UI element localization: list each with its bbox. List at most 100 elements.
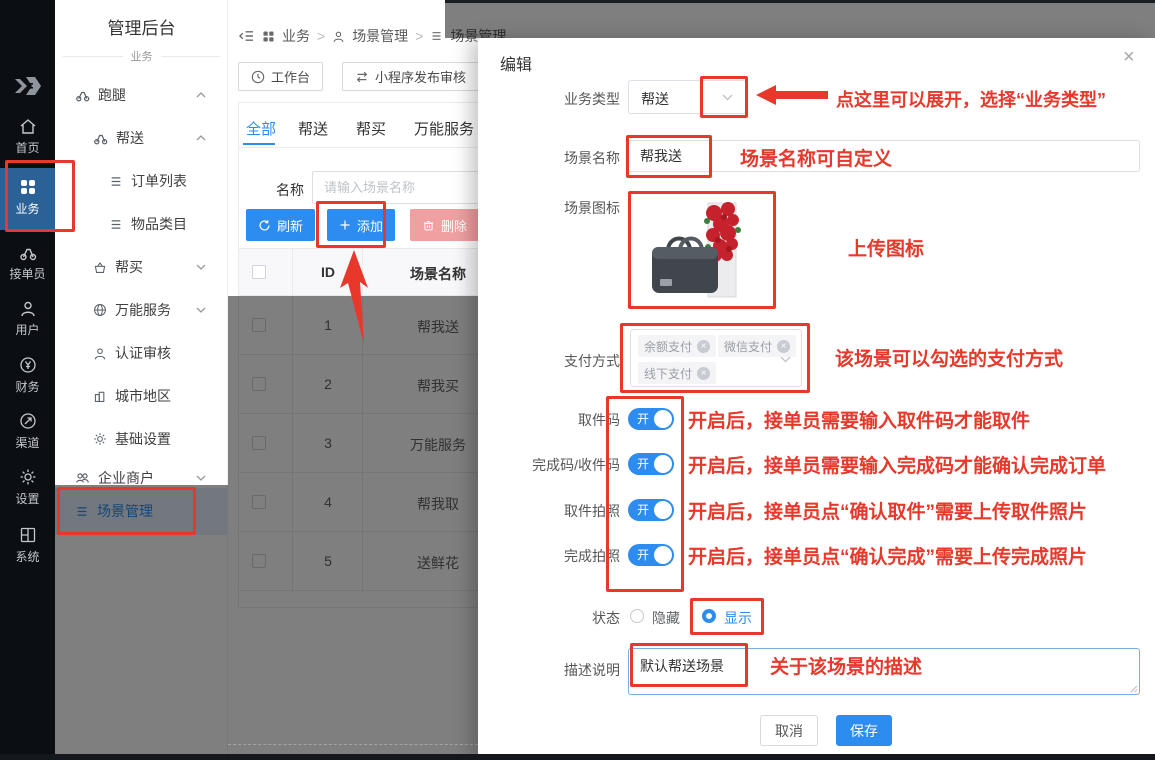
select-all-checkbox[interactable] (252, 265, 266, 279)
scooter-icon (19, 244, 37, 261)
building-icon (93, 390, 107, 403)
rail-item-finance[interactable]: 财务 (0, 356, 55, 395)
annotation-box-biz-type-chevron (700, 76, 748, 118)
finance-icon (19, 356, 37, 374)
clock-icon (251, 70, 265, 84)
annotation-arrow-add (336, 250, 372, 346)
system-icon (19, 526, 37, 544)
user-icon (19, 300, 37, 317)
sidebar-item-paotui[interactable]: 跑腿 (55, 75, 228, 115)
name-filter-label: 名称 (276, 180, 304, 200)
sidebar-item-bangmai[interactable]: 帮买 (55, 247, 228, 287)
tab-bangsong[interactable]: 帮送 (298, 118, 328, 139)
people-icon (75, 471, 90, 485)
refresh-button[interactable]: 刷新 (246, 209, 315, 241)
tab-bangmai[interactable]: 帮买 (356, 118, 386, 139)
window-bottom-edge (0, 754, 1155, 760)
rail-item-label: 财务 (0, 378, 55, 395)
sidebar-item-order-list[interactable]: 订单列表 (55, 161, 228, 201)
biz-type-label: 业务类型 (500, 89, 620, 109)
breadcrumb-separator: > (415, 28, 423, 44)
tab-universal-service[interactable]: 万能服务 (414, 118, 474, 139)
delete-button[interactable]: 删除 (410, 209, 479, 241)
sidebar-item-basic-settings[interactable]: 基础设置 (55, 419, 228, 459)
rail-item-channels[interactable]: 渠道 (0, 412, 55, 451)
sidebar-item-item-categories[interactable]: 物品类目 (55, 204, 228, 244)
annotation-box-scene-icon (628, 191, 776, 309)
mask-top-strip (445, 0, 1155, 38)
scene-icon-label: 场景图标 (500, 198, 620, 218)
sidebar-item-bangsong[interactable]: 帮送 (55, 118, 228, 158)
sidebar-item-auth-review[interactable]: 认证审核 (55, 333, 228, 373)
annotation-box-description (630, 643, 748, 687)
resize-handle-icon[interactable] (1130, 685, 1138, 693)
annotation-arrow-biz-type (756, 84, 828, 106)
sidebar-title: 管理后台 (55, 14, 228, 39)
rail-item-label: 系统 (0, 548, 55, 565)
trash-icon (422, 219, 435, 232)
scooter-icon (75, 88, 90, 102)
gear-icon (19, 468, 37, 486)
person-check-icon (93, 347, 107, 360)
basket-icon (93, 261, 107, 274)
sidebar-item-universal-service[interactable]: 万能服务 (55, 290, 228, 330)
annotation-box-business-rail (5, 160, 75, 232)
gear-icon (93, 432, 107, 446)
annotation-box-payment (620, 323, 810, 393)
pickup-photo-label: 取件拍照 (500, 501, 620, 521)
breadcrumb-item-scene-mgmt[interactable]: 场景管理 (352, 26, 408, 46)
mask-content-bottom (228, 296, 478, 760)
rail-item-home[interactable]: 首页 (0, 118, 55, 156)
radio-hidden[interactable] (630, 609, 644, 623)
annotation-text-pickup-code: 开启后，接单员需要输入取件码才能取件 (688, 406, 1030, 433)
globe-icon (93, 303, 107, 317)
app-window: 首页 订单 业务 接单员 用户 财务 渠道 设置 (0, 0, 1155, 760)
list-icon (430, 30, 443, 42)
breadcrumb-item-business[interactable]: 业务 (282, 26, 310, 46)
annotation-text-description: 关于该场景的描述 (770, 652, 922, 679)
sidebar-section-divider: 业务 (55, 48, 228, 64)
rail-item-system[interactable]: 系统 (0, 526, 55, 565)
sidebar-item-city-region[interactable]: 城市地区 (55, 376, 228, 416)
annotation-text-upload-icon: 上传图标 (848, 234, 924, 261)
rail-item-label: 渠道 (0, 434, 55, 451)
cancel-button[interactable]: 取消 (760, 715, 818, 746)
breadcrumb-separator: > (317, 28, 325, 44)
rail-item-settings[interactable]: 设置 (0, 468, 55, 507)
save-button[interactable]: 保存 (836, 715, 892, 746)
tab-miniapp-audit[interactable]: 小程序发布审核 (342, 62, 479, 91)
annotation-text-complete-code: 开启后，接单员需要输入完成码才能确认完成订单 (688, 451, 1106, 478)
collapse-menu-icon[interactable] (238, 29, 255, 43)
tab-workbench[interactable]: 工作台 (238, 62, 323, 91)
edit-modal: 编辑 × 业务类型 帮送 点这里可以展开，选择“业务类型” 场景名称 帮我送 场… (478, 38, 1155, 760)
list-icon (109, 218, 123, 231)
window-top-edge (445, 0, 1155, 3)
rail-item-label: 设置 (0, 490, 55, 507)
rail-item-label: 首页 (0, 139, 55, 156)
annotation-box-add-button (316, 201, 386, 248)
apps-grid-icon (262, 30, 275, 43)
chevron-down-icon (196, 307, 206, 313)
pagination-dashed-divider (228, 744, 478, 745)
scooter-icon (93, 131, 108, 145)
chevron-down-icon (196, 475, 206, 481)
annotation-box-scene-management (57, 487, 196, 535)
chevron-up-icon (196, 135, 206, 141)
tab-all[interactable]: 全部 (246, 118, 276, 139)
annotation-text-pickup-photo: 开启后，接单员点“确认取件”需要上传取件照片 (688, 497, 1087, 524)
complete-code-label: 完成码/收件码 (500, 455, 620, 475)
scene-name-label: 场景名称 (500, 148, 620, 168)
home-icon (19, 118, 37, 135)
complete-photo-label: 完成拍照 (500, 546, 620, 566)
annotation-text-complete-photo: 开启后，接单员点“确认完成”需要上传完成照片 (688, 542, 1087, 569)
app-logo-icon (12, 74, 44, 98)
rail-item-users[interactable]: 用户 (0, 300, 55, 338)
rail-item-couriers[interactable]: 接单员 (0, 244, 55, 282)
annotation-text-payment: 该场景可以勾选的支付方式 (835, 344, 1063, 371)
rail-item-label: 接单员 (0, 265, 55, 282)
close-icon[interactable]: × (1123, 46, 1135, 69)
radio-hidden-label[interactable]: 隐藏 (652, 608, 680, 628)
person-icon (332, 30, 345, 43)
annotation-text-biz-type: 点这里可以展开，选择“业务类型” (836, 86, 1106, 112)
channel-icon (19, 412, 37, 430)
